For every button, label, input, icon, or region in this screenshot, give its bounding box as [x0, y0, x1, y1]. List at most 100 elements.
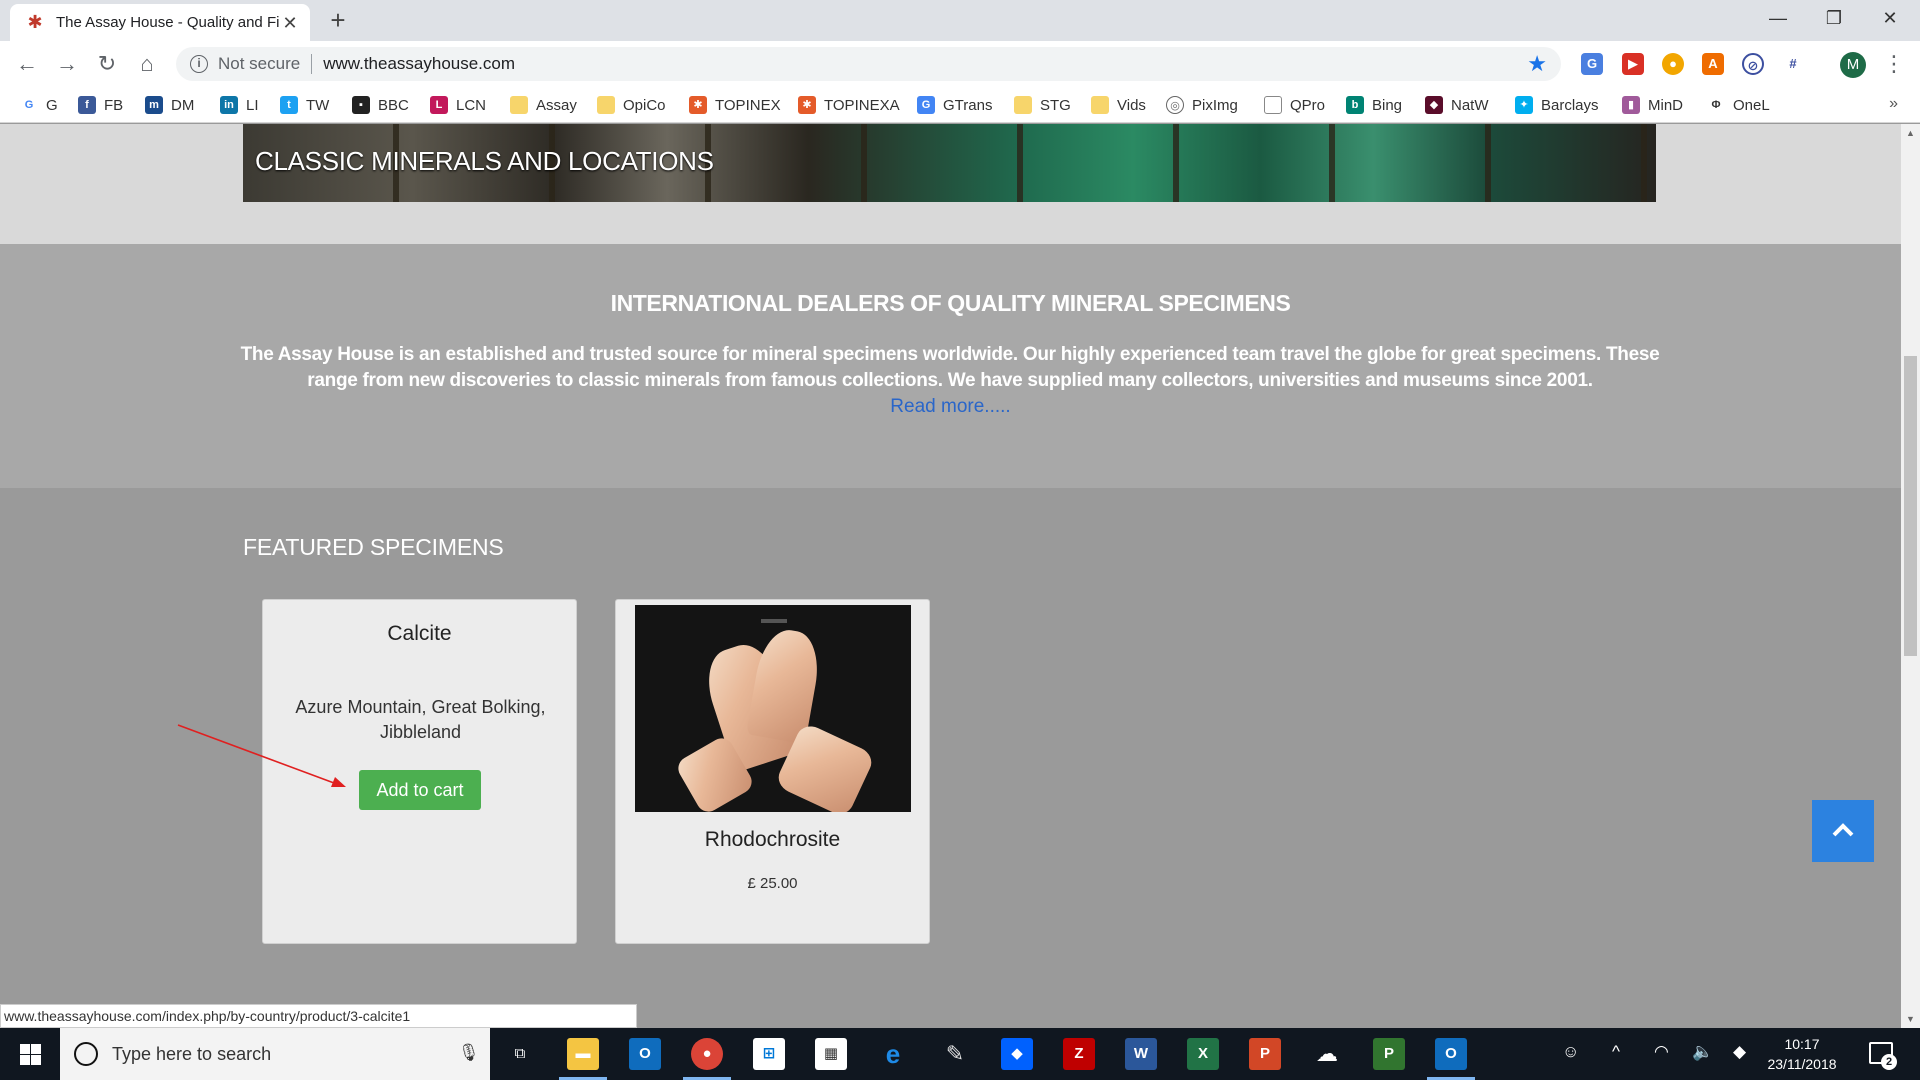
page-scrollbar[interactable]: ▲ ▼	[1901, 124, 1920, 1028]
chrome-icon[interactable]: ●	[691, 1038, 723, 1070]
home-icon[interactable]: ⌂	[132, 49, 162, 79]
read-more-link[interactable]: Read more.....	[0, 396, 1901, 418]
reload-icon[interactable]: ↻	[92, 49, 122, 79]
bookmark-label: OpiCo	[623, 96, 666, 114]
bookmark-item[interactable]: ▮ MinD	[1622, 95, 1683, 115]
google-translate-extension-icon[interactable]: G	[1581, 53, 1603, 75]
browser-tab[interactable]: ✱ The Assay House - Quality and Fi ✕	[10, 4, 310, 41]
bookmark-item[interactable]: G GTrans	[917, 95, 992, 115]
bookmark-item[interactable]: QPro	[1264, 95, 1325, 115]
taskbar-clock[interactable]: 10:17 23/11/2018	[1762, 1034, 1842, 1074]
dropbox-tray-icon[interactable]: ◆	[1733, 1042, 1746, 1062]
scroll-down-icon[interactable]: ▼	[1901, 1014, 1920, 1024]
specimen-pin	[761, 619, 787, 623]
bookmark-item[interactable]: ▪ BBC	[352, 95, 409, 115]
bookmark-label: Barclays	[1541, 96, 1599, 114]
natwest-icon: ◆	[1425, 96, 1443, 114]
dm-icon: m	[145, 96, 163, 114]
address-bar[interactable]: i Not secure www.theassayhouse.com ★	[176, 47, 1561, 81]
bookmark-label: QPro	[1290, 96, 1326, 114]
product-name[interactable]: Calcite	[263, 622, 576, 646]
paint-icon[interactable]: ✎	[939, 1038, 971, 1070]
project-icon[interactable]: P	[1373, 1038, 1405, 1070]
bookmark-label: TOPINEX	[715, 96, 781, 114]
restore-icon[interactable]: ❐	[1806, 0, 1862, 36]
taskbar-search-box[interactable]: Type here to search 🎙	[60, 1028, 490, 1080]
info-icon[interactable]: i	[190, 55, 208, 73]
add-to-cart-button[interactable]: Add to cart	[359, 770, 481, 810]
product-card-calcite[interactable]: Calcite Azure Mountain, Great Bolking, J…	[262, 599, 577, 944]
browser-menu-icon[interactable]: ⋮	[1883, 51, 1905, 77]
filezilla-icon[interactable]: Z	[1063, 1038, 1095, 1070]
store-icon[interactable]: ⊞	[753, 1038, 785, 1070]
window-close-icon[interactable]: ✕	[1862, 0, 1918, 36]
start-button[interactable]	[0, 1028, 60, 1080]
bookmark-item[interactable]: b Bing	[1346, 95, 1402, 115]
forward-icon[interactable]: →	[52, 49, 82, 79]
bookmark-item[interactable]: Assay	[510, 95, 577, 115]
bookmark-item[interactable]: f FB	[78, 95, 123, 115]
color-picker-extension-icon[interactable]: ●	[1662, 53, 1684, 75]
url-text[interactable]: www.theassayhouse.com	[323, 54, 515, 74]
block-extension-icon[interactable]: ⊘	[1742, 53, 1764, 75]
crop-extension-icon[interactable]: #	[1782, 53, 1804, 75]
dropbox-icon[interactable]: ◆	[1001, 1038, 1033, 1070]
rss-extension-icon[interactable]: A	[1702, 53, 1724, 75]
bookmark-item[interactable]: t TW	[280, 95, 329, 115]
facebook-icon: f	[78, 96, 96, 114]
bookmark-item[interactable]: Φ OneL	[1707, 95, 1770, 115]
featured-heading: FEATURED SPECIMENS	[243, 534, 504, 560]
bookmarks-overflow-icon[interactable]: »	[1889, 95, 1898, 113]
bookmark-item[interactable]: Vids	[1091, 95, 1146, 115]
linkedin-icon: in	[220, 96, 238, 114]
back-to-top-button[interactable]	[1812, 800, 1874, 862]
edge-icon[interactable]: e	[877, 1038, 909, 1070]
people-icon[interactable]: ☺	[1562, 1042, 1579, 1062]
bookmark-item[interactable]: m DM	[145, 95, 194, 115]
bookmark-label: NatW	[1451, 96, 1489, 114]
minimize-icon[interactable]: —	[1750, 0, 1806, 36]
microphone-icon[interactable]: 🎙	[458, 1043, 480, 1065]
bookmark-item[interactable]: ✱ TOPINEXA	[798, 95, 900, 115]
new-tab-button[interactable]: +	[325, 7, 351, 34]
bookmark-label: FB	[104, 96, 124, 114]
product-card-rhodochrosite[interactable]: Rhodochrosite £ 25.00	[615, 599, 930, 944]
powerpoint-icon[interactable]: P	[1249, 1038, 1281, 1070]
bookmark-item[interactable]: GG	[20, 95, 58, 115]
bookmark-label: G	[46, 96, 58, 114]
excel-icon[interactable]: X	[1187, 1038, 1219, 1070]
bookmark-item[interactable]: ◎ PixImg	[1166, 95, 1238, 115]
chevron-up-icon	[1832, 823, 1854, 837]
rhodochrosite-image[interactable]	[635, 605, 911, 812]
wifi-icon[interactable]: ◠	[1654, 1042, 1669, 1062]
onedrive-icon[interactable]: ☁	[1311, 1038, 1343, 1070]
outlook-icon[interactable]: O	[1435, 1038, 1467, 1070]
bookmark-item[interactable]: in LI	[220, 95, 259, 115]
barclays-icon: ✦	[1515, 96, 1533, 114]
video-extension-icon[interactable]: ▶	[1622, 53, 1644, 75]
chevron-up-icon[interactable]: ^	[1612, 1042, 1620, 1062]
bookmark-item[interactable]: ✱ TOPINEX	[689, 95, 781, 115]
bookmark-item[interactable]: ◆ NatW	[1425, 95, 1489, 115]
word-icon[interactable]: W	[1125, 1038, 1157, 1070]
bookmark-item[interactable]: OpiCo	[597, 95, 666, 115]
close-icon[interactable]: ✕	[280, 13, 300, 33]
taskbar-search-placeholder: Type here to search	[112, 1043, 272, 1064]
bookmark-star-icon[interactable]: ★	[1527, 51, 1547, 77]
bookmark-item[interactable]: L LCN	[430, 95, 486, 115]
scroll-thumb[interactable]	[1904, 356, 1917, 656]
outlook-icon[interactable]: O	[629, 1038, 661, 1070]
profile-avatar[interactable]: M	[1840, 52, 1866, 78]
bookmark-item[interactable]: STG	[1014, 95, 1071, 115]
back-icon[interactable]: ←	[12, 49, 42, 79]
bookmark-item[interactable]: ✦ Barclays	[1515, 95, 1599, 115]
bookmark-label: TOPINEXA	[824, 96, 900, 114]
lcn-icon: L	[430, 96, 448, 114]
product-name[interactable]: Rhodochrosite	[616, 828, 929, 852]
scroll-up-icon[interactable]: ▲	[1901, 128, 1920, 138]
task-view-icon[interactable]: ⧉	[504, 1038, 536, 1070]
file-explorer-icon[interactable]: ▬	[567, 1038, 599, 1070]
twitter-icon: t	[280, 96, 298, 114]
calculator-icon[interactable]: ▦	[815, 1038, 847, 1070]
volume-icon[interactable]: 🔈	[1692, 1042, 1713, 1062]
